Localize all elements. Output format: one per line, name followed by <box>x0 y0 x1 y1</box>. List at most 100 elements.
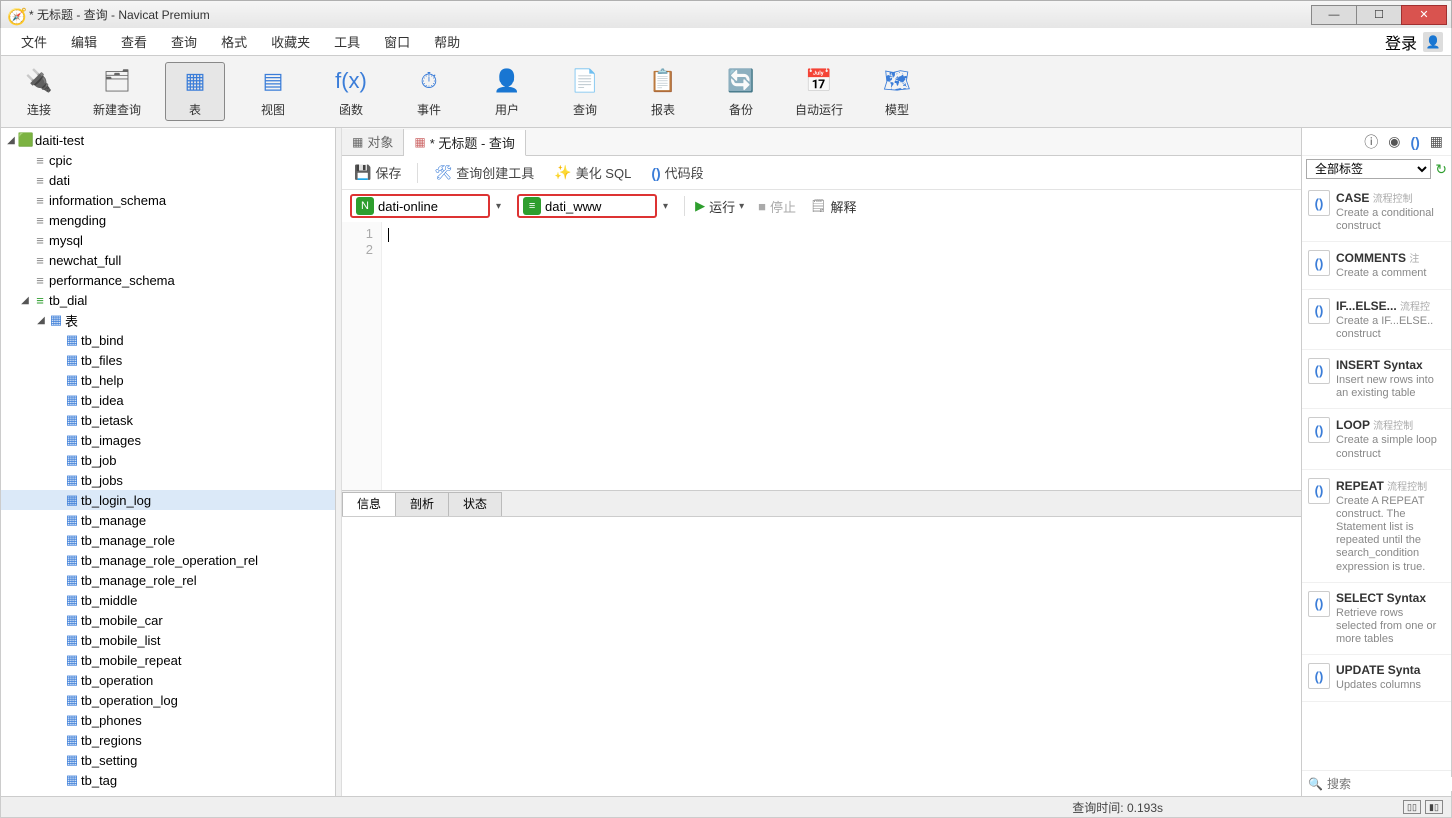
result-tab-info[interactable]: 信息 <box>342 492 396 516</box>
chevron-down-icon[interactable]: ▾ <box>657 201 674 212</box>
table-node[interactable]: ▦tb_operation_log <box>1 690 335 710</box>
table-node[interactable]: ▦tb_operation <box>1 670 335 690</box>
table-node[interactable]: ▦tb_phones <box>1 710 335 730</box>
toolbar-备份[interactable]: 🔄备份 <box>711 62 771 121</box>
save-button[interactable]: 💾保存 <box>350 161 405 184</box>
menu-help[interactable]: 帮助 <box>422 28 472 55</box>
table-node[interactable]: ▦tb_manage_role_operation_rel <box>1 550 335 570</box>
database-node[interactable]: ≡mengding <box>1 210 335 230</box>
table-node[interactable]: ▦tb_bind <box>1 330 335 350</box>
menu-view[interactable]: 查看 <box>109 28 159 55</box>
table-node[interactable]: ▦tb_middle <box>1 590 335 610</box>
table-node[interactable]: ▦tb_images <box>1 430 335 450</box>
toolbar-表[interactable]: ▦表 <box>165 62 225 121</box>
table-node[interactable]: ▦tb_ietask <box>1 410 335 430</box>
table-node[interactable]: ▦tb_mobile_list <box>1 630 335 650</box>
snippet-icon: () <box>1308 358 1330 384</box>
connection-node[interactable]: ◢🟩daiti-test <box>1 130 335 150</box>
query-builder-button[interactable]: 🛠查询创建工具 <box>430 161 538 184</box>
table-node[interactable]: ▦tb_help <box>1 370 335 390</box>
table-node[interactable]: ▦tb_login_log <box>1 490 335 510</box>
toolbar-报表[interactable]: 📋报表 <box>633 62 693 121</box>
table-node[interactable]: ▦tb_mobile_car <box>1 610 335 630</box>
info-icon[interactable]: ⓘ <box>1364 132 1378 152</box>
snippet-item[interactable]: ()CASE 流程控制Create a conditional construc… <box>1302 182 1451 242</box>
snippet-item[interactable]: ()COMMENTS 注Create a comment <box>1302 242 1451 289</box>
tree-toggle-icon[interactable]: ◢ <box>5 135 17 146</box>
toolbar-新建查询[interactable]: 🗂新建查询 <box>87 62 147 121</box>
table-node[interactable]: ▦tb_mobile_repeat <box>1 650 335 670</box>
table-node[interactable]: ▦tb_manage_role_rel <box>1 570 335 590</box>
minimize-button[interactable] <box>1311 5 1357 25</box>
snippet-item[interactable]: ()UPDATE Synta Updates columns <box>1302 655 1451 701</box>
snippet-search-input[interactable] <box>1327 777 1452 791</box>
table-node[interactable]: ▦tb_manage <box>1 510 335 530</box>
database-node[interactable]: ≡cpic <box>1 150 335 170</box>
snippet-list[interactable]: ()CASE 流程控制Create a conditional construc… <box>1302 182 1451 770</box>
database-node[interactable]: ≡newchat_full <box>1 250 335 270</box>
toolbar-函数[interactable]: f(x)函数 <box>321 62 381 121</box>
view-mode-2-icon[interactable]: ▮▯ <box>1425 800 1443 814</box>
snippet-panel-icon[interactable]: () <box>1410 134 1419 150</box>
table-node[interactable]: ▦tb_idea <box>1 390 335 410</box>
menu-tools[interactable]: 工具 <box>322 28 372 55</box>
avatar-icon[interactable]: 👤 <box>1423 32 1443 52</box>
grid-icon[interactable]: ▦ <box>1430 133 1443 150</box>
menu-window[interactable]: 窗口 <box>372 28 422 55</box>
code-area[interactable] <box>382 222 1301 490</box>
toolbar-查询[interactable]: 📄查询 <box>555 62 615 121</box>
snippet-item[interactable]: ()SELECT Syntax Retrieve rows selected f… <box>1302 583 1451 656</box>
table-node[interactable]: ▦tb_files <box>1 350 335 370</box>
refresh-icon[interactable]: ↻ <box>1435 161 1447 178</box>
tree-toggle-icon[interactable]: ◢ <box>35 315 47 326</box>
table-node[interactable]: ▦tb_job <box>1 450 335 470</box>
result-tab-status[interactable]: 状态 <box>448 492 502 516</box>
toolbar-视图[interactable]: ▤视图 <box>243 62 303 121</box>
explain-button[interactable]: 🗒解释 <box>810 197 857 216</box>
database-node[interactable]: ≡performance_schema <box>1 270 335 290</box>
table-node[interactable]: ▦tb_regions <box>1 730 335 750</box>
result-tab-profile[interactable]: 剖析 <box>395 492 449 516</box>
menu-query[interactable]: 查询 <box>159 28 209 55</box>
code-snippet-button[interactable]: ()代码段 <box>647 161 707 184</box>
run-button[interactable]: ▶运行 ▾ <box>695 197 744 216</box>
database-node[interactable]: ≡dati <box>1 170 335 190</box>
snippet-item[interactable]: ()INSERT Syntax Insert new rows into an … <box>1302 350 1451 409</box>
table-node[interactable]: ▦tb_jobs <box>1 470 335 490</box>
login-link[interactable]: 登录 <box>1385 30 1417 54</box>
tab-query[interactable]: ▦ * 无标题 - 查询 <box>404 130 526 156</box>
database-node[interactable]: ≡mysql <box>1 230 335 250</box>
connection-selector[interactable]: N dati-online <box>350 194 490 218</box>
menu-format[interactable]: 格式 <box>209 28 259 55</box>
toolbar-自动运行[interactable]: 📅自动运行 <box>789 62 849 121</box>
maximize-button[interactable] <box>1356 5 1402 25</box>
tag-filter-select[interactable]: 全部标签 <box>1306 159 1431 179</box>
beautify-sql-button[interactable]: ✨美化 SQL <box>550 161 635 184</box>
menu-edit[interactable]: 编辑 <box>59 28 109 55</box>
table-node[interactable]: ▦tb_setting <box>1 750 335 770</box>
view-mode-1-icon[interactable]: ▯▯ <box>1403 800 1421 814</box>
database-node-active[interactable]: ◢≡tb_dial <box>1 290 335 310</box>
connection-tree[interactable]: ◢🟩daiti-test≡cpic≡dati≡information_schem… <box>1 128 336 796</box>
menu-file[interactable]: 文件 <box>9 28 59 55</box>
table-node[interactable]: ▦tb_manage_role <box>1 530 335 550</box>
chevron-down-icon[interactable]: ▾ <box>490 201 507 212</box>
snippet-item[interactable]: ()REPEAT 流程控制Create A REPEAT construct. … <box>1302 470 1451 583</box>
chevron-down-icon[interactable]: ▾ <box>739 201 744 212</box>
sql-editor[interactable]: 1 2 <box>342 222 1301 490</box>
tables-group[interactable]: ◢▦表 <box>1 310 335 330</box>
tab-objects[interactable]: ▦ 对象 <box>342 129 404 155</box>
database-node[interactable]: ≡information_schema <box>1 190 335 210</box>
table-node[interactable]: ▦tb_tag <box>1 770 335 790</box>
toolbar-用户[interactable]: 👤用户 <box>477 62 537 121</box>
close-button[interactable] <box>1401 5 1447 25</box>
snippet-item[interactable]: ()IF...ELSE... 流程控Create a IF...ELSE.. c… <box>1302 290 1451 350</box>
menu-favorites[interactable]: 收藏夹 <box>259 28 322 55</box>
tree-toggle-icon[interactable]: ◢ <box>19 295 31 306</box>
toolbar-事件[interactable]: ⏱事件 <box>399 62 459 121</box>
snippet-item[interactable]: ()LOOP 流程控制Create a simple loop construc… <box>1302 409 1451 469</box>
eye-icon[interactable]: ◉ <box>1388 133 1400 150</box>
toolbar-模型[interactable]: 🗺模型 <box>867 62 927 121</box>
toolbar-连接[interactable]: 🔌连接 <box>9 62 69 121</box>
database-selector[interactable]: ≡ dati_www <box>517 194 657 218</box>
